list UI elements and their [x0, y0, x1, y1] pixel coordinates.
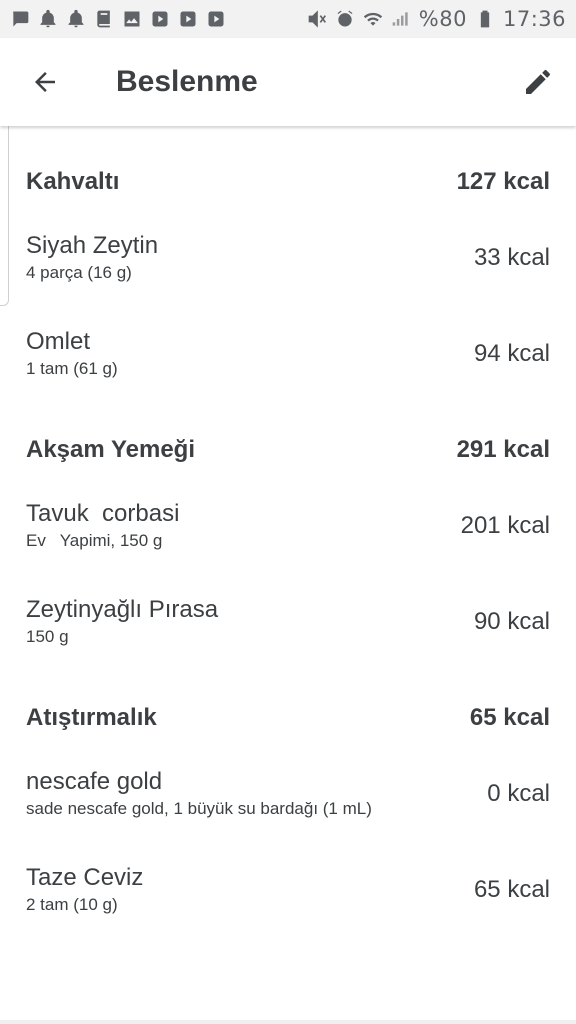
- food-name: Tavuk corbasi: [26, 500, 180, 527]
- edit-button[interactable]: [510, 54, 566, 110]
- meal-total-kcal: 127 kcal: [456, 168, 550, 195]
- message-icon: [10, 9, 30, 29]
- food-name: Taze Ceviz: [26, 864, 144, 891]
- drawer-handle[interactable]: [0, 116, 9, 306]
- food-item[interactable]: nescafe gold sade nescafe gold, 1 büyük …: [26, 746, 550, 842]
- food-kcal: 94 kcal: [473, 340, 550, 367]
- food-name: Omlet: [26, 328, 91, 355]
- food-kcal: 90 kcal: [473, 608, 550, 635]
- mute-icon: [307, 9, 327, 29]
- food-portion: Ev Yapimi, 150 g: [26, 531, 163, 550]
- food-portion: sade nescafe gold, 1 büyük su bardağı (1…: [26, 799, 372, 818]
- battery-icon: [475, 9, 495, 29]
- youtube-icon: [178, 9, 198, 29]
- meal-list: Kahvaltı 127 kcal Siyah Zeytin 4 parça (…: [0, 128, 576, 938]
- battery-level: %80: [418, 7, 467, 31]
- bell-icon: [66, 9, 86, 29]
- system-icons: %80 17:36: [307, 7, 566, 31]
- meal-name: Atıştırmalık: [26, 704, 157, 731]
- wifi-icon: [363, 9, 383, 29]
- food-name: Siyah Zeytin: [26, 232, 159, 259]
- meal-header[interactable]: Atıştırmalık 65 kcal: [26, 690, 550, 746]
- food-item[interactable]: Siyah Zeytin 4 parça (16 g) 33 kcal: [26, 210, 550, 306]
- food-item[interactable]: Tavuk corbasi Ev Yapimi, 150 g 201 kcal: [26, 478, 550, 574]
- food-portion: 150 g: [26, 627, 69, 646]
- meal-name: Kahvaltı: [26, 168, 120, 195]
- food-portion: 2 tam (10 g): [26, 895, 118, 914]
- pencil-icon: [526, 69, 550, 94]
- image-icon: [122, 9, 142, 29]
- book-icon: [94, 9, 114, 29]
- arrow-back-icon: [35, 72, 55, 92]
- youtube-icon: [150, 9, 170, 29]
- meal-name: Akşam Yemeği: [26, 436, 195, 463]
- bell-icon: [38, 9, 58, 29]
- alarm-icon: [335, 9, 355, 29]
- meal-header[interactable]: Akşam Yemeği 291 kcal: [26, 422, 550, 478]
- food-kcal: 65 kcal: [473, 876, 550, 903]
- meal-total-kcal: 291 kcal: [456, 436, 550, 463]
- food-kcal: 33 kcal: [473, 244, 550, 271]
- meal-section-snack: Atıştırmalık 65 kcal nescafe gold sade n…: [0, 690, 576, 938]
- food-kcal: 201 kcal: [460, 512, 550, 539]
- meal-header[interactable]: Kahvaltı 127 kcal: [26, 154, 550, 210]
- food-portion: 4 parça (16 g): [26, 263, 132, 282]
- food-name: nescafe gold: [26, 768, 163, 795]
- signal-icon: [391, 9, 411, 29]
- food-item[interactable]: Omlet 1 tam (61 g) 94 kcal: [26, 306, 550, 402]
- food-kcal: 0 kcal: [487, 780, 550, 807]
- meal-section-breakfast: Kahvaltı 127 kcal Siyah Zeytin 4 parça (…: [0, 154, 576, 402]
- meal-total-kcal: 65 kcal: [469, 704, 550, 731]
- status-bar: %80 17:36: [0, 0, 576, 38]
- page-title: Beslenme: [116, 65, 258, 98]
- youtube-icon: [206, 9, 226, 29]
- food-portion: 1 tam (61 g): [26, 359, 118, 378]
- bottom-divider: [0, 1020, 576, 1024]
- back-button[interactable]: [17, 54, 73, 110]
- food-name: Zeytinyağlı Pırasa: [26, 596, 219, 623]
- food-item[interactable]: Zeytinyağlı Pırasa 150 g 90 kcal: [26, 574, 550, 670]
- app-bar: Beslenme: [0, 38, 576, 126]
- meal-section-dinner: Akşam Yemeği 291 kcal Tavuk corbasi Ev Y…: [0, 422, 576, 670]
- food-item[interactable]: Taze Ceviz 2 tam (10 g) 65 kcal: [26, 842, 550, 938]
- notification-icons: [10, 9, 226, 29]
- clock: 17:36: [502, 7, 566, 31]
